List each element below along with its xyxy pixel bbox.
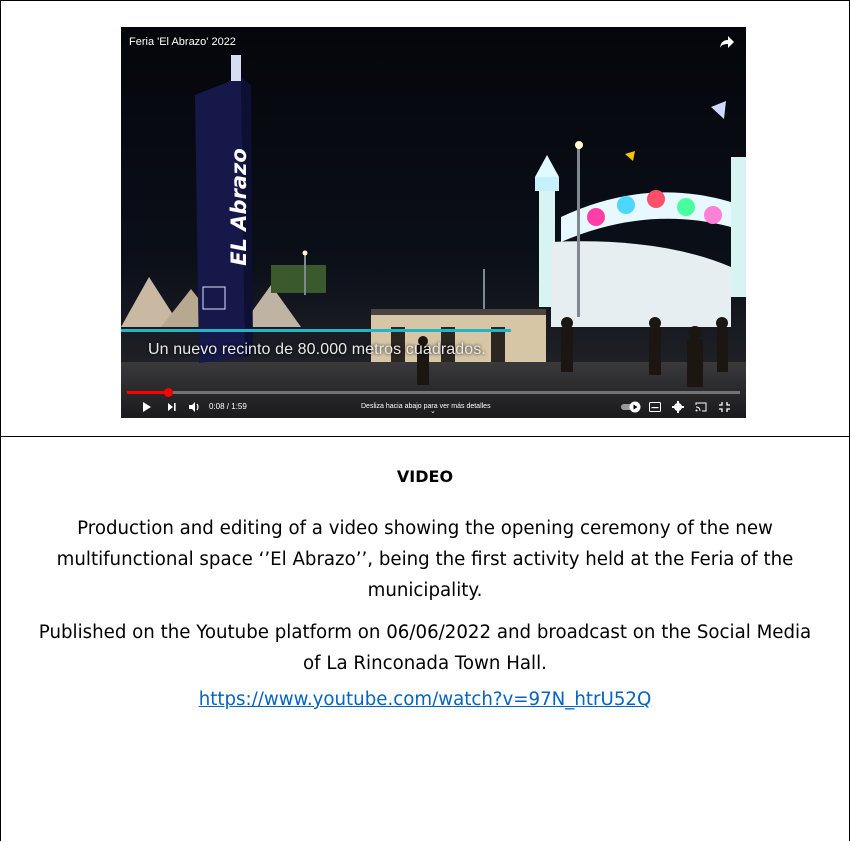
share-icon[interactable] — [718, 33, 736, 51]
chevron-down-icon: ⌄ — [430, 408, 436, 415]
swipe-hint: Desliza hacia abajo para ver más detalle… — [361, 403, 491, 410]
autoplay-toggle[interactable] — [621, 401, 641, 413]
captions-icon[interactable] — [649, 402, 661, 412]
progress-bar[interactable] — [127, 388, 740, 397]
settings-icon[interactable] — [672, 401, 684, 413]
player-controls: 0:08 / 1:59 Desliza hacia abajo para ver… — [121, 396, 746, 418]
next-icon[interactable] — [167, 402, 177, 412]
video-title[interactable]: Feria 'El Abrazo' 2022 — [129, 36, 236, 48]
progress-fill — [127, 391, 169, 394]
exit-fullscreen-icon[interactable] — [719, 402, 730, 412]
play-icon[interactable] — [142, 402, 152, 412]
publication-paragraph: Published on the Youtube platform on 06/… — [38, 622, 812, 674]
youtube-link[interactable]: https://www.youtube.com/watch?v=97N_htrU… — [0, 687, 850, 713]
time-display: 0:08 / 1:59 — [209, 402, 247, 411]
video-frame — [121, 27, 746, 418]
volume-icon[interactable] — [189, 402, 201, 412]
totem-label: EL Abrazo — [227, 148, 251, 266]
video-player[interactable]: EL Abrazo Feria 'El Abrazo' 2022 Un nuev… — [121, 27, 746, 418]
section-heading: VIDEO — [396, 467, 454, 486]
cast-icon[interactable] — [695, 402, 707, 412]
description-paragraph: Production and editing of a video showin… — [56, 518, 794, 601]
video-subtitle: Un nuevo recinto de 80.000 metros cuadra… — [148, 341, 486, 358]
table-divider — [0, 436, 850, 437]
